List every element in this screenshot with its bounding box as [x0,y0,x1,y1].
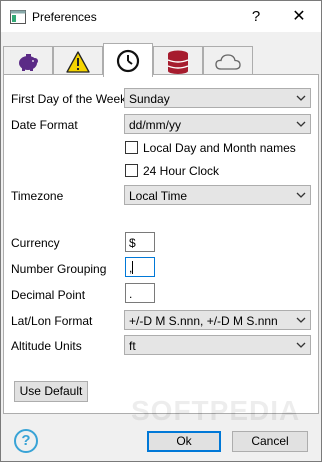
chevron-down-icon [296,121,306,127]
clock24-checkbox[interactable] [125,164,138,177]
currency-field[interactable]: $ [125,232,155,252]
ok-button[interactable]: Ok [147,431,221,452]
altitude-label: Altitude Units [11,339,82,353]
chevron-down-icon [296,95,306,101]
date-format-value: dd/mm/yy [129,118,182,132]
decimal-point-value: . [129,287,133,301]
local-names-label: Local Day and Month names [143,141,296,155]
timezone-select[interactable]: Local Time [124,185,311,205]
window-title: Preferences [32,10,97,24]
warning-icon [66,50,90,73]
currency-value: $ [129,236,136,250]
app-icon [10,10,26,24]
number-grouping-field[interactable]: , [125,257,155,277]
first-day-label: First Day of the Week [11,92,127,106]
chevron-down-icon [296,192,306,198]
latlon-value: +/-D M S.nnn, +/-D M S.nnn [129,314,278,328]
timezone-label: Timezone [11,189,64,203]
database-icon [167,50,189,74]
latlon-select[interactable]: +/-D M S.nnn, +/-D M S.nnn [124,310,311,330]
preferences-window: Preferences ? ✕ First Day of the Week Su… [0,0,322,462]
first-day-select[interactable]: Sunday [124,88,311,108]
first-day-value: Sunday [129,92,170,106]
local-names-checkbox[interactable] [125,141,138,154]
tab-cloud[interactable] [203,46,253,76]
cloud-icon [215,53,241,70]
decimal-point-label: Decimal Point [11,288,86,302]
tab-warnings[interactable] [53,46,103,76]
number-grouping-label: Number Grouping [11,262,107,276]
latlon-label: Lat/Lon Format [11,314,93,328]
decimal-point-field[interactable]: . [125,283,155,303]
timezone-value: Local Time [129,189,188,203]
time-settings-panel: First Day of the Week Sunday Date Format… [3,74,319,414]
tab-budget[interactable] [3,46,53,76]
cancel-button[interactable]: Cancel [232,431,308,452]
date-format-select[interactable]: dd/mm/yy [124,114,311,134]
chevron-down-icon [296,342,306,348]
chevron-down-icon [296,317,306,323]
watermark: SOFTPEDIA [131,395,301,426]
help-icon[interactable]: ? [14,429,38,453]
title-help-button[interactable]: ? [245,6,267,28]
date-format-label: Date Format [11,118,78,132]
title-bar: Preferences ? ✕ [1,1,321,32]
tab-bar [3,43,319,77]
currency-label: Currency [11,236,60,250]
clock24-label: 24 Hour Clock [143,164,220,178]
clock-icon [116,49,140,72]
piggy-bank-icon [19,53,38,71]
altitude-select[interactable]: ft [124,335,311,355]
tab-database[interactable] [153,46,203,76]
text-caret [132,261,133,274]
close-button[interactable]: ✕ [288,6,310,28]
tab-time[interactable] [103,43,153,77]
altitude-value: ft [129,339,136,353]
use-default-button[interactable]: Use Default [14,381,88,402]
